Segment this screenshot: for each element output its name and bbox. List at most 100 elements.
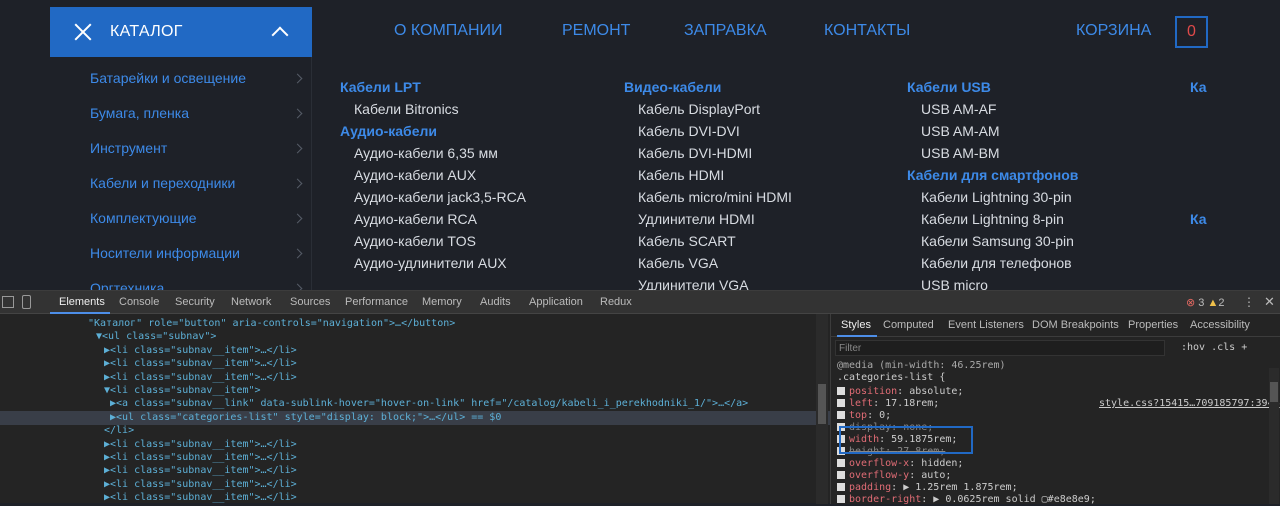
category-link[interactable]: Кабели для телефонов [907, 255, 1078, 277]
subnav-item[interactable]: Инструмент [50, 129, 312, 164]
category-heading[interactable]: Кабели USB [907, 79, 1078, 101]
dom-node-line[interactable]: ▶<li class="subnav__item">…</li> [0, 451, 830, 465]
cart-link[interactable]: КОРЗИНА [1076, 22, 1151, 40]
tab-redux[interactable]: Redux [600, 296, 632, 308]
category-link[interactable]: Кабель VGA [624, 255, 792, 277]
tab-console[interactable]: Console [119, 296, 159, 308]
nav-about[interactable]: О КОМПАНИИ [394, 22, 503, 40]
category-heading[interactable]: Аудио-кабели [340, 123, 526, 145]
tab-audits[interactable]: Audits [480, 296, 511, 308]
console-status[interactable]: ⊗ 3 ▲2 [1186, 296, 1224, 309]
elements-scrollbar[interactable] [816, 314, 828, 504]
category-link[interactable]: Удлинители VGA [624, 277, 792, 290]
tab-application[interactable]: Application [529, 296, 583, 308]
tab-elements[interactable]: Elements [59, 296, 105, 308]
rule-checkbox[interactable] [837, 459, 845, 467]
scrollbar-thumb[interactable] [1270, 382, 1278, 402]
tab-sources[interactable]: Sources [290, 296, 330, 308]
subnav-item[interactable]: Батарейки и освещение [50, 59, 312, 94]
nav-repair[interactable]: РЕМОНТ [562, 22, 630, 40]
scrollbar-thumb[interactable] [818, 384, 826, 424]
dom-node-line[interactable]: "Каталог" role="button" aria-controls="n… [0, 317, 830, 331]
subnav-item[interactable]: Оргтехника [50, 269, 312, 290]
nav-refill[interactable]: ЗАПРАВКА [684, 22, 767, 40]
dom-node-line[interactable]: ▶<li class="subnav__item">…</li> [0, 464, 830, 478]
css-rule[interactable]: top: 0; [837, 410, 891, 422]
category-heading[interactable]: Кабели LPT [340, 79, 526, 101]
category-link[interactable]: USB AM-AF [907, 101, 1078, 123]
dom-node-line[interactable]: </li> [0, 424, 830, 438]
category-link[interactable]: Кабели Lightning 30-pin [907, 189, 1078, 211]
tab-security[interactable]: Security [175, 296, 215, 308]
category-link[interactable]: Кабель SCART [624, 233, 792, 255]
css-rule[interactable]: overflow-x: hidden; [837, 458, 963, 470]
subnav-item-cables[interactable]: Кабели и переходники [50, 164, 312, 199]
rule-checkbox[interactable] [837, 471, 845, 479]
dom-node-line[interactable]: ▶<ul class="categories-list" style="disp… [0, 410, 830, 425]
device-toolbar-icon[interactable] [22, 295, 31, 309]
rule-checkbox[interactable] [837, 387, 845, 395]
tab-properties[interactable]: Properties [1128, 319, 1178, 331]
category-link[interactable]: Кабель HDMI [624, 167, 792, 189]
kebab-menu-icon[interactable]: ⋮ [1243, 295, 1255, 309]
css-rule[interactable]: position: absolute; [837, 386, 963, 398]
close-icon[interactable]: ✕ [1264, 294, 1275, 310]
tab-accessibility[interactable]: Accessibility [1190, 319, 1250, 331]
category-link[interactable]: USB AM-BM [907, 145, 1078, 167]
category-link[interactable]: Кабели Bitronics [340, 101, 526, 123]
category-link[interactable]: Аудио-кабели AUX [340, 167, 526, 189]
rule-checkbox[interactable] [837, 495, 845, 503]
styles-filter-input[interactable]: Filter [835, 340, 1165, 356]
category-link[interactable]: Кабель micro/mini HDMI [624, 189, 792, 211]
category-link[interactable]: Аудио-кабели 6,35 мм [340, 145, 526, 167]
category-link[interactable]: Аудио-кабели RCA [340, 211, 526, 233]
category-link[interactable]: Удлинители HDMI [624, 211, 792, 233]
tab-performance[interactable]: Performance [345, 296, 408, 308]
category-link[interactable]: USB micro [907, 277, 1078, 290]
subnav-item[interactable]: Носители информации [50, 234, 312, 269]
stylesheet-source-link[interactable]: style.css?15415…709185797:3944 [1099, 398, 1280, 409]
css-rule[interactable]: border-right: ▶ 0.0625rem solid ▢#e8e8e9… [837, 494, 1096, 506]
category-heading[interactable]: Ка [1190, 79, 1207, 101]
category-link[interactable]: Аудио-кабели TOS [340, 233, 526, 255]
category-link[interactable]: Кабель DisplayPort [624, 101, 792, 123]
category-link[interactable]: Кабель DVI-HDMI [624, 145, 792, 167]
dom-node-line[interactable]: ▶<li class="subnav__item">…</li> [0, 491, 830, 504]
tab-memory[interactable]: Memory [422, 296, 462, 308]
category-heading[interactable]: Ка [1190, 211, 1207, 233]
styles-scrollbar[interactable] [1269, 368, 1279, 504]
subnav-item[interactable]: Комплектующие [50, 199, 312, 234]
subnav-item[interactable]: Бумага, пленка [50, 94, 312, 129]
category-link[interactable]: Аудио-удлинители AUX [340, 255, 526, 277]
dom-node-line[interactable]: ▼<ul class="subnav"> [0, 330, 830, 344]
dom-node-line[interactable]: ▶<li class="subnav__item">…</li> [0, 344, 830, 358]
category-link[interactable]: Аудио-кабели jack3,5-RCA [340, 189, 526, 211]
category-link[interactable]: Кабели Samsung 30-pin [907, 233, 1078, 255]
tab-computed[interactable]: Computed [883, 319, 934, 331]
dom-node-line[interactable]: ▶<a class="subnav__link" data-sublink-ho… [0, 397, 830, 411]
tab-network[interactable]: Network [231, 296, 271, 308]
category-link[interactable]: Кабель DVI-DVI [624, 123, 792, 145]
css-rule[interactable]: overflow-y: auto; [837, 470, 951, 482]
rule-checkbox[interactable] [837, 399, 845, 407]
css-rule[interactable]: left: 17.18rem; [837, 398, 939, 410]
nav-contacts[interactable]: КОНТАКТЫ [824, 22, 910, 40]
dom-node-line[interactable]: ▼<li class="subnav__item"> [0, 384, 830, 398]
styles-filter-tools[interactable]: :hov .cls + [1181, 342, 1247, 353]
category-link[interactable]: Кабели Lightning 8-pin [907, 211, 1078, 233]
css-selector[interactable]: .categories-list { [837, 372, 945, 384]
dom-node-line[interactable]: ▶<li class="subnav__item">…</li> [0, 371, 830, 385]
tab-styles[interactable]: Styles [841, 319, 871, 331]
dom-node-line[interactable]: ▶<li class="subnav__item">…</li> [0, 357, 830, 371]
category-heading[interactable]: Видео-кабели [624, 79, 792, 101]
css-rule[interactable]: padding: ▶ 1.25rem 1.875rem; [837, 482, 1018, 494]
category-heading[interactable]: Кабели для смартфонов [907, 167, 1078, 189]
inspect-element-icon[interactable] [2, 296, 14, 308]
dom-node-line[interactable]: ▶<li class="subnav__item">…</li> [0, 478, 830, 492]
category-link[interactable]: USB AM-AM [907, 123, 1078, 145]
catalog-toggle-button[interactable]: КАТАЛОГ [50, 7, 312, 57]
rule-checkbox[interactable] [837, 411, 845, 419]
tab-dom-breakpoints[interactable]: DOM Breakpoints [1032, 319, 1119, 331]
dom-node-line[interactable]: ▶<li class="subnav__item">…</li> [0, 438, 830, 452]
cart-count-badge[interactable]: 0 [1175, 16, 1208, 48]
